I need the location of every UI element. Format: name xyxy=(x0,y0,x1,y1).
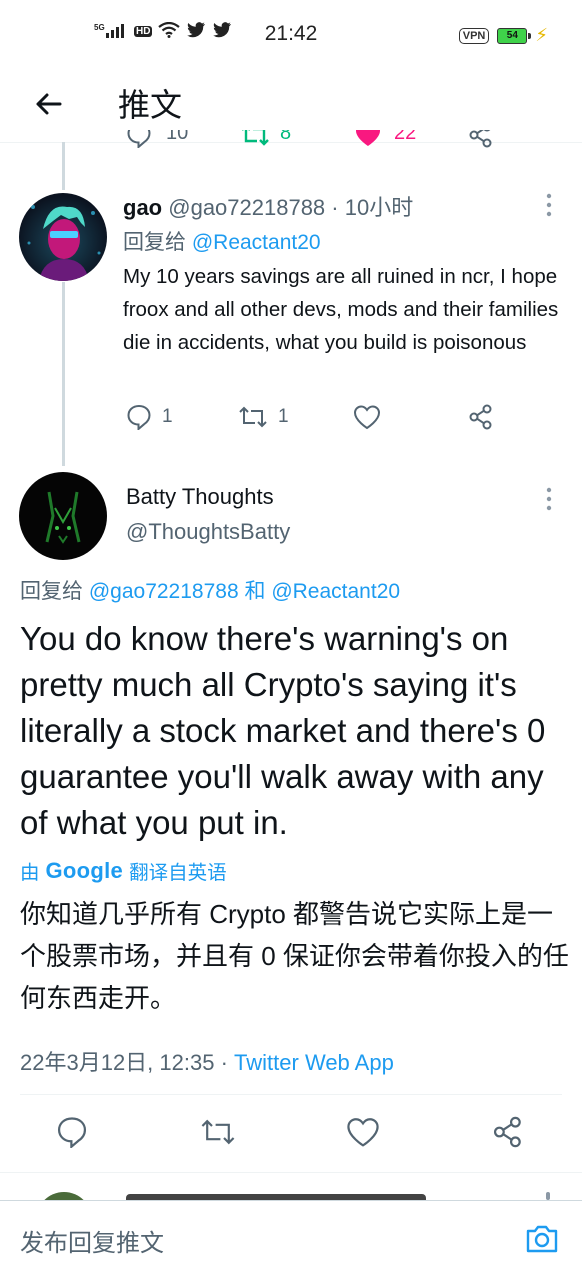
replying-to: 回复给 @gao72218788 和 @Reactant20 xyxy=(20,575,400,605)
vpn-badge: VPN xyxy=(458,27,490,44)
more-options-icon[interactable] xyxy=(546,1192,550,1200)
arrow-left-icon xyxy=(36,93,62,115)
like-count: 22 xyxy=(394,130,417,144)
retweet-button[interactable] xyxy=(200,1116,236,1148)
separator: · xyxy=(220,1050,228,1075)
page-title: 推文 xyxy=(118,87,183,123)
author-name[interactable]: Batty Thoughts xyxy=(126,484,274,510)
mention-conjunction: 和 xyxy=(244,580,266,603)
heart-filled-icon[interactable] xyxy=(354,130,382,153)
tweet-text: My 10 years savings are all ruined in nc… xyxy=(123,265,559,354)
status-right: VPN 54 ⚡ xyxy=(458,25,548,46)
reply-count: 1 xyxy=(162,406,173,427)
retweet-count: 1 xyxy=(278,406,289,427)
author-name[interactable]: gao xyxy=(123,195,162,220)
mention-link[interactable]: @Reactant20 xyxy=(271,580,400,603)
avatar-image xyxy=(27,205,101,281)
translation-attribution[interactable]: 由 Google 翻译自英语 xyxy=(20,856,227,885)
translated-text: 你知道几乎所有 Crypto 都警告说它实际上是一个股票市场，并且有 0 保证你… xyxy=(20,899,569,1013)
divider xyxy=(0,1172,582,1173)
tweet-timestamp: 22年3月12日, 12:35 · Twitter Web App xyxy=(20,1045,394,1077)
tweet-date: 22年3月12日, 12:35 xyxy=(20,1050,215,1075)
thread-connector xyxy=(62,142,65,190)
avatar[interactable] xyxy=(36,1192,92,1200)
reply-author-line: gao @gao72218788 · 10小时 xyxy=(123,190,413,222)
replying-to: 回复给 @Reactant20 xyxy=(123,226,321,256)
share-icon xyxy=(493,1116,521,1148)
reply-compose-bar[interactable]: 发布回复推文 xyxy=(0,1200,582,1280)
tweet-text: You do know there's warning's on pretty … xyxy=(20,620,546,841)
camera-icon xyxy=(526,1225,558,1253)
mention-link[interactable]: @gao72218788 xyxy=(89,580,239,603)
camera-button[interactable] xyxy=(524,1221,560,1257)
avatar[interactable] xyxy=(19,472,107,560)
mention-link[interactable]: @Reactant20 xyxy=(192,231,321,254)
divider xyxy=(20,1094,562,1095)
back-button[interactable] xyxy=(30,84,70,124)
retweet-icon[interactable] xyxy=(240,130,270,153)
author-handle[interactable]: @ThoughtsBatty xyxy=(126,519,290,545)
status-bar: 5G HD 21:42 VPN 54 ⚡ xyxy=(0,0,582,70)
thread-connector xyxy=(62,282,65,466)
reply-input[interactable]: 发布回复推文 xyxy=(20,1223,164,1258)
reply-icon[interactable] xyxy=(126,130,152,153)
reply-icon xyxy=(127,404,151,430)
google-logo: Google xyxy=(45,857,124,883)
reply-count: 10 xyxy=(166,130,189,144)
reply-button[interactable]: 1 xyxy=(126,404,173,430)
reply-prefix: 回复给 xyxy=(123,231,186,254)
avatar-image xyxy=(45,491,81,544)
like-button[interactable] xyxy=(353,404,381,430)
relative-time: 10小时 xyxy=(344,195,414,220)
next-tweet-peek xyxy=(0,1174,582,1200)
retweet-button[interactable]: 1 xyxy=(238,404,289,430)
battery-icon: 54 xyxy=(497,27,532,44)
more-options-icon[interactable] xyxy=(546,487,552,511)
reply-tweet-actions: 1 1 xyxy=(0,404,582,438)
heart-icon xyxy=(347,1118,379,1147)
like-button[interactable] xyxy=(346,1116,380,1148)
tweet-detail-screen: 5G HD 21:42 VPN 54 ⚡ 推文 10 8 22 gao @gao… xyxy=(0,0,582,1280)
avatar[interactable] xyxy=(19,193,107,281)
previous-tweet-actions: 10 8 22 xyxy=(0,130,582,154)
retweet-icon xyxy=(201,1119,235,1145)
author-handle[interactable]: @gao72218788 xyxy=(168,195,325,220)
separator: · xyxy=(331,195,339,220)
retweet-count: 8 xyxy=(280,130,292,144)
share-icon xyxy=(469,404,492,430)
heart-icon xyxy=(353,405,381,430)
retweet-icon xyxy=(239,406,267,428)
reply-button[interactable] xyxy=(56,1116,88,1148)
translated-from-label: 翻译自英语 xyxy=(129,862,227,884)
share-button[interactable] xyxy=(492,1116,524,1148)
reply-prefix: 回复给 xyxy=(20,580,83,603)
more-options-icon[interactable] xyxy=(546,193,552,217)
source-app-link[interactable]: Twitter Web App xyxy=(234,1050,394,1075)
translated-by-prefix: 由 xyxy=(20,862,40,884)
share-icon[interactable] xyxy=(468,130,494,153)
main-tweet-actions xyxy=(0,1116,582,1152)
share-button[interactable] xyxy=(468,404,494,430)
reply-icon xyxy=(57,1117,87,1148)
charging-icon: ⚡ xyxy=(535,25,548,45)
